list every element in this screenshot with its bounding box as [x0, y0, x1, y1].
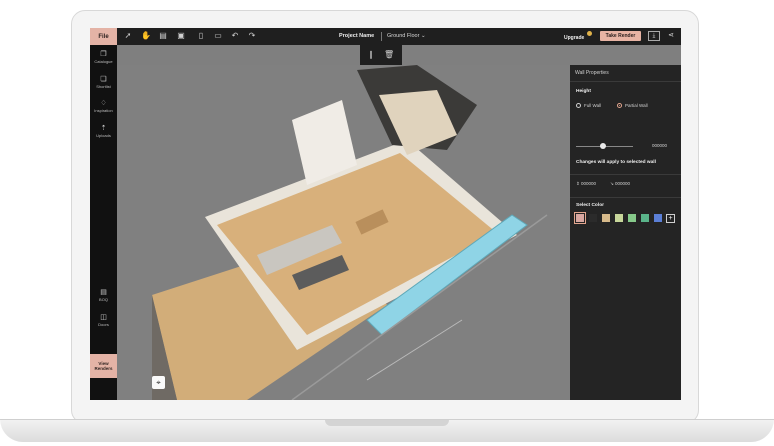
color-swatch[interactable] — [602, 214, 610, 222]
color-swatch[interactable] — [641, 214, 649, 222]
height-slider-handle[interactable] — [600, 143, 607, 149]
thickness-value: 000000 — [581, 181, 597, 186]
3d-viewport[interactable]: ⌖ — [117, 65, 570, 400]
color-swatch[interactable] — [654, 214, 662, 222]
crown-icon — [587, 31, 592, 36]
undo-icon[interactable]: ↶ — [230, 31, 240, 41]
view-renders-label: Renders — [94, 366, 113, 371]
select-color-label: Select Color — [576, 203, 604, 208]
height-value: 000000 — [652, 143, 668, 148]
pan-hand-icon[interactable]: ✋ — [141, 31, 151, 41]
file-menu-button[interactable]: File — [90, 28, 117, 45]
partial-wall-label: Partial Wall — [625, 103, 648, 108]
color-swatch[interactable] — [628, 214, 636, 222]
left-sidebar: ❐ Catalogue ❏ Shortlist ♢ Inspiration ⇡ … — [90, 45, 117, 400]
length-value: 000000 — [615, 181, 631, 186]
color-swatch[interactable] — [574, 212, 586, 224]
thickness-field[interactable]: ⇕ 000000 — [576, 181, 596, 187]
laptop-notch — [325, 420, 449, 426]
door-icon: ◫ — [100, 314, 107, 321]
download-icon[interactable]: ⤓ — [648, 31, 660, 41]
length-field[interactable]: ↘ 000000 — [610, 181, 630, 187]
door-tool-icon[interactable]: ▯ — [196, 31, 206, 41]
shortlist-icon: ❏ — [100, 76, 107, 83]
sidebar-item-label: Shortlist — [96, 84, 111, 89]
comment-icon[interactable]: ▭ — [213, 31, 223, 41]
laptop-base — [0, 419, 774, 442]
selection-toolbar: ∥ 🗑 — [360, 45, 402, 65]
lightbulb-icon: ♢ — [100, 100, 107, 107]
add-color-icon[interactable]: + — [666, 214, 675, 223]
panel-title: Wall Properties — [575, 70, 609, 76]
recenter-icon[interactable]: ⌖ — [152, 376, 165, 389]
sidebar-item-boq[interactable]: ▤ BOQ — [90, 288, 117, 302]
select-pointer-icon[interactable]: ➚ — [123, 31, 133, 41]
sidebar-item-label: Uploads — [96, 133, 111, 138]
sidebar-item-shortlist[interactable]: ❏ Shortlist — [90, 75, 117, 89]
app-screen: File ➚ ✋ ▤ ▣ ▯ ▭ ↶ ↷ Project Name Ground… — [90, 28, 681, 400]
sidebar-item-inspiration[interactable]: ♢ Inspiration — [90, 99, 117, 113]
share-icon[interactable]: ⋖ — [666, 31, 676, 41]
divider — [570, 81, 681, 82]
sidebar-item-catalogue[interactable]: ❐ Catalogue — [90, 50, 117, 64]
length-icon: ↘ — [610, 181, 614, 186]
floor-plan-render — [152, 65, 548, 400]
sidebar-item-label: Doors — [98, 322, 109, 327]
project-name[interactable]: Project Name — [339, 33, 374, 39]
upload-icon: ⇡ — [100, 125, 107, 132]
draw-wall-icon[interactable]: ▤ — [158, 31, 168, 41]
title-divider — [381, 32, 382, 41]
divider — [570, 174, 681, 175]
full-wall-radio[interactable] — [576, 103, 581, 108]
sidebar-item-doors[interactable]: ◫ Doors — [90, 313, 117, 327]
sidebar-item-label: BOQ — [99, 297, 108, 302]
apply-notice: Changes will apply to selected wall — [576, 160, 656, 165]
catalogue-icon: ❐ — [100, 51, 107, 58]
full-wall-label: Full Wall — [584, 103, 602, 108]
floor-selector[interactable]: Ground Floor ⌄ — [387, 33, 426, 39]
sidebar-item-label: Catalogue — [94, 59, 113, 64]
sidebar-item-label: Inspiration — [94, 108, 113, 113]
color-swatch[interactable] — [589, 214, 597, 222]
redo-icon[interactable]: ↷ — [247, 31, 257, 41]
wall-properties-panel: Wall Properties Height Full Wall Partial… — [570, 65, 681, 400]
thickness-icon: ⇕ — [576, 181, 580, 186]
color-swatch[interactable] — [615, 214, 623, 222]
sidebar-item-uploads[interactable]: ⇡ Uploads — [90, 124, 117, 138]
delete-icon[interactable]: 🗑 — [384, 50, 394, 60]
divider — [570, 197, 681, 198]
view-renders-button[interactable]: View Renders — [90, 354, 117, 378]
document-icon: ▤ — [100, 289, 107, 296]
top-toolbar: File ➚ ✋ ▤ ▣ ▯ ▭ ↶ ↷ Project Name Ground… — [90, 28, 681, 45]
partial-wall-radio[interactable] — [617, 103, 622, 108]
upgrade-link[interactable]: Upgrade — [564, 35, 584, 41]
edit-wall-icon[interactable]: ∥ — [366, 50, 376, 60]
chevron-down-icon: ⌄ — [420, 33, 426, 39]
floor-label: Ground Floor — [387, 33, 420, 39]
take-render-button[interactable]: Take Render — [600, 31, 641, 41]
height-label: Height — [576, 89, 591, 94]
room-tool-icon[interactable]: ▣ — [176, 31, 186, 41]
